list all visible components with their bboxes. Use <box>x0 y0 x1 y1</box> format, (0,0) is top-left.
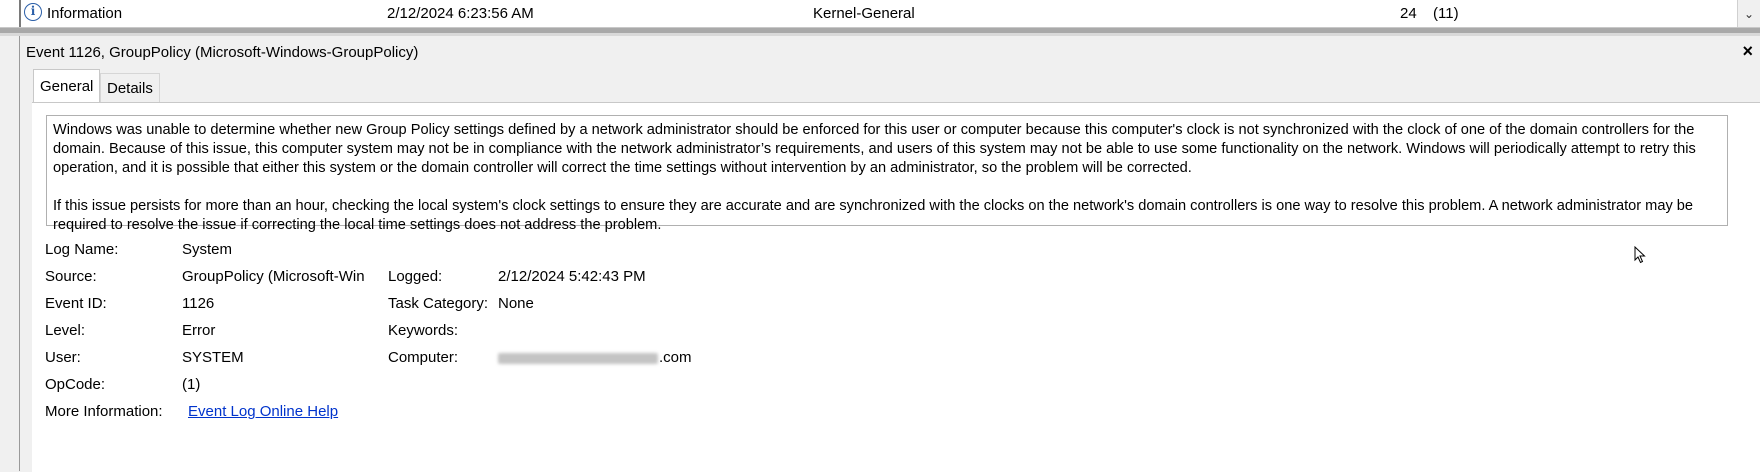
computer-domain-suffix: .com <box>659 349 692 366</box>
user-value: SYSTEM <box>182 349 244 366</box>
task-category-value: None <box>498 295 534 312</box>
row-date-time: 2/12/2024 6:23:56 AM <box>387 5 534 22</box>
more-information-label: More Information: <box>45 403 163 420</box>
row-event-id: 24 <box>1400 5 1417 22</box>
source-label: Source: <box>45 268 97 285</box>
event-description[interactable]: Windows was unable to determine whether … <box>46 115 1728 233</box>
opcode-value: (1) <box>182 376 201 393</box>
user-label: User: <box>45 349 81 366</box>
keywords-label: Keywords: <box>388 322 459 339</box>
tab-details[interactable]: Details <box>100 73 160 102</box>
computer-label: Computer: <box>388 349 459 366</box>
computer-value: .com <box>498 349 692 366</box>
source-value: GroupPolicy (Microsoft-Win <box>182 268 365 285</box>
list-left-border <box>19 0 21 27</box>
row-level: Information <box>47 5 123 22</box>
scroll-down-arrow-icon[interactable]: ⌄ <box>1737 0 1760 27</box>
event-id-value: 1126 <box>182 295 215 312</box>
description-paragraph: Windows was unable to determine whether … <box>53 122 1696 176</box>
mouse-pointer-icon <box>1634 246 1646 264</box>
event-id-label: Event ID: <box>45 295 107 312</box>
logged-label: Logged: <box>388 268 443 285</box>
task-category-label: Task Category: <box>388 295 489 312</box>
general-tab-content: Windows was unable to determine whether … <box>32 102 1760 472</box>
log-name-value: System <box>182 241 233 258</box>
opcode-label: OpCode: <box>45 376 106 393</box>
logged-value: 2/12/2024 5:42:43 PM <box>498 268 646 285</box>
description-paragraph: If this issue persists for more than an … <box>53 198 1694 233</box>
event-list-row[interactable]: i Information 2/12/2024 6:23:56 AM Kerne… <box>0 0 1760 28</box>
pane-title: Event 1126, GroupPolicy (Microsoft-Windo… <box>26 44 419 61</box>
event-details-pane: Event 1126, GroupPolicy (Microsoft-Windo… <box>19 36 1760 472</box>
row-task-category: (11) <box>1433 5 1459 22</box>
row-source: Kernel-General <box>813 5 915 22</box>
tab-general[interactable]: General <box>33 69 101 103</box>
log-name-label: Log Name: <box>45 241 119 258</box>
redacted-hostname <box>498 352 658 364</box>
level-value: Error <box>182 322 216 339</box>
information-icon: i <box>24 3 42 21</box>
close-icon[interactable]: × <box>1742 42 1753 60</box>
level-label: Level: <box>45 322 86 339</box>
event-log-online-help-link[interactable]: Event Log Online Help <box>188 403 338 420</box>
